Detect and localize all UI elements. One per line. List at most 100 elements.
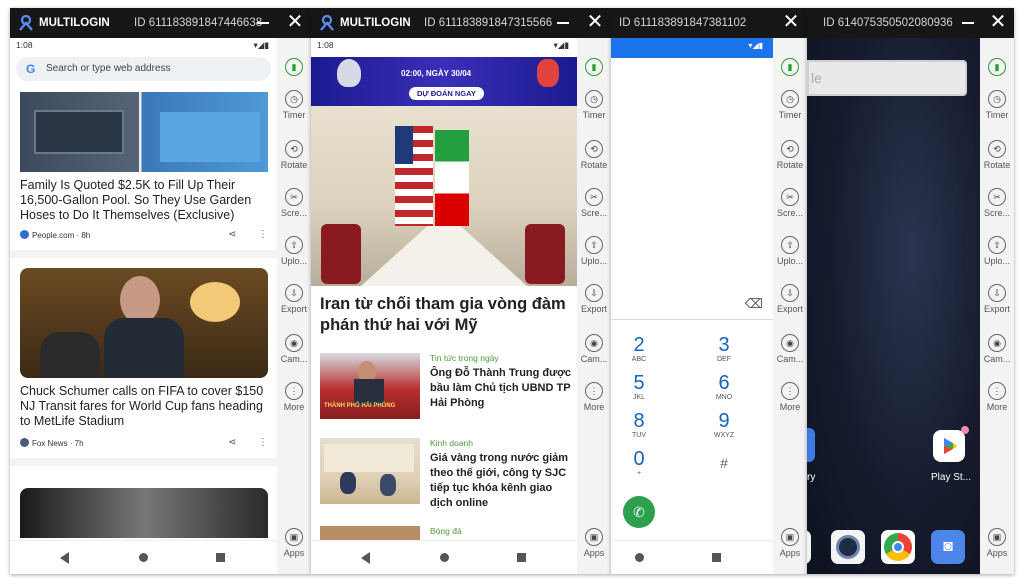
minimize-button[interactable] [257,22,269,24]
dial-key[interactable]: 0 + [614,448,664,477]
share-icon[interactable]: ⋖ [228,229,236,240]
export-button[interactable]: ⇩ Export [277,284,311,314]
pool-image[interactable] [20,92,268,172]
recents-icon[interactable] [712,553,721,562]
screenshot-icon: ✂ [988,188,1006,206]
play-store-app-icon[interactable] [933,430,965,462]
sidebar-label: Cam... [280,354,308,364]
rotate-button[interactable]: ⟲ Rotate [577,140,611,170]
apps-button[interactable]: ▣ Apps [277,528,311,558]
upload-button[interactable]: ⇧ Uplo... [277,236,311,266]
window-id-label: ID 614075350502080936 [823,17,953,29]
timer-button[interactable]: ◷ Timer [773,90,807,120]
chrome-app-icon[interactable] [881,530,915,564]
camera-button[interactable]: ◉ Cam... [773,334,807,364]
dial-key[interactable]: 5 JKL [614,372,664,401]
signal-icon: ▮ [277,58,311,78]
gallery-app-icon[interactable] [807,428,815,462]
camera-app-icon[interactable]: ◙ [931,530,965,564]
sidebar-label: ▮ [781,58,799,76]
home-icon[interactable] [139,553,148,562]
window-titlebar: MULTILOGIN ID 611183891847446638 ✕ [10,8,311,38]
battery-icon: ▾◢▮ [748,41,763,50]
recents-icon[interactable] [216,553,225,562]
dial-key[interactable]: 2 ABC [614,334,664,363]
sidebar-label: Timer [985,110,1009,120]
more-button[interactable]: ⋮ More [980,382,1014,412]
dial-key[interactable]: 3 DEF [699,334,749,363]
timer-button[interactable]: ◷ Timer [980,90,1014,120]
export-button[interactable]: ⇩ Export [773,284,807,314]
news-item[interactable]: Kinh doanh Giá vàng trong nước giảm theo… [320,438,577,509]
dial-key[interactable]: # [699,452,749,474]
upload-icon: ⇧ [781,236,799,254]
export-button[interactable]: ⇩ Export [980,284,1014,314]
timer-button[interactable]: ◷ Timer [277,90,311,120]
main-headline[interactable]: Iran từ chối tham gia vòng đàm phán thứ … [320,294,570,336]
timer-button[interactable]: ◷ Timer [577,90,611,120]
rotate-icon: ⟲ [781,140,799,158]
rotate-button[interactable]: ⟲ Rotate [277,140,311,170]
back-icon[interactable] [60,552,69,564]
match-banner[interactable]: 02:00, NGÀY 30/04 DỰ ĐOÁN NGAY [311,57,577,106]
apps-button[interactable]: ▣ Apps [773,528,807,558]
camera-lens-app-icon[interactable] [831,530,865,564]
home-icon[interactable] [440,553,449,562]
dial-key[interactable]: 6 MNO [699,372,749,401]
camera-button[interactable]: ◉ Cam... [980,334,1014,364]
dial-key[interactable]: 9 WXYZ [699,410,749,439]
screenshot-button[interactable]: ✂ Scre... [277,188,311,218]
close-button[interactable]: ✕ [989,12,1007,32]
apps-button[interactable]: ▣ Apps [980,528,1014,558]
sidebar-label: Apps [779,548,801,558]
export-button[interactable]: ⇩ Export [577,284,611,314]
iran-talks-image[interactable] [311,106,577,286]
back-icon[interactable] [361,552,370,564]
close-button[interactable]: ✕ [286,12,304,32]
news-item[interactable]: THÀNH PHỐ HẢI PHÒNG Tin tức trong ngày Ô… [320,353,577,423]
apps-button[interactable]: ▣ Apps [577,528,611,558]
more-button[interactable]: ⋮ More [577,382,611,412]
close-button[interactable]: ✕ [586,12,604,32]
bw-photo-image[interactable] [20,488,268,538]
people-logo-icon [20,230,29,239]
download-icon: ⇩ [988,284,1006,302]
share-icon[interactable]: ⋖ [228,437,236,448]
screenshot-button[interactable]: ✂ Scre... [577,188,611,218]
camera-button[interactable]: ◉ Cam... [577,334,611,364]
more-options-icon[interactable]: ⋮ [258,437,268,448]
upload-button[interactable]: ⇧ Uplo... [980,236,1014,266]
home-icon[interactable] [635,553,644,562]
status-time: 1:08 [317,40,334,50]
camera-icon: ◉ [585,334,603,352]
camera-button[interactable]: ◉ Cam... [277,334,311,364]
schumer-image[interactable] [20,268,268,378]
article-headline[interactable]: Chuck Schumer calls on FIFA to cover $15… [20,384,268,429]
upload-button[interactable]: ⇧ Uplo... [577,236,611,266]
rotate-button[interactable]: ⟲ Rotate [773,140,807,170]
screenshot-button[interactable]: ✂ Scre... [773,188,807,218]
more-options-icon[interactable]: ⋮ [258,229,268,240]
call-button[interactable]: ✆ [623,496,655,528]
dial-key[interactable]: 8 TUV [614,410,664,439]
rotate-button[interactable]: ⟲ Rotate [980,140,1014,170]
minimize-button[interactable] [557,22,569,24]
bag-icon: ▣ [988,528,1006,546]
close-button[interactable]: ✕ [782,12,800,32]
google-search-widget[interactable]: le [807,60,967,96]
banner-cta-button[interactable]: DỰ ĐOÁN NGAY [409,87,484,100]
screenshot-button[interactable]: ✂ Scre... [980,188,1014,218]
article-headline[interactable]: Family Is Quoted $2.5K to Fill Up Their … [20,178,268,223]
search-widget-text: le [811,70,822,86]
bag-icon: ▣ [781,528,799,546]
backspace-icon[interactable]: ⌫ [745,296,763,312]
address-bar[interactable]: G Search or type web address [16,57,271,81]
more-button[interactable]: ⋮ More [277,382,311,412]
messages-app-icon[interactable] [807,530,811,564]
dial-input-field[interactable]: ⌫ [611,290,773,320]
minimize-button[interactable] [962,22,974,24]
recents-icon[interactable] [517,553,526,562]
more-button[interactable]: ⋮ More [773,382,807,412]
address-placeholder: Search or type web address [46,63,171,74]
upload-button[interactable]: ⇧ Uplo... [773,236,807,266]
